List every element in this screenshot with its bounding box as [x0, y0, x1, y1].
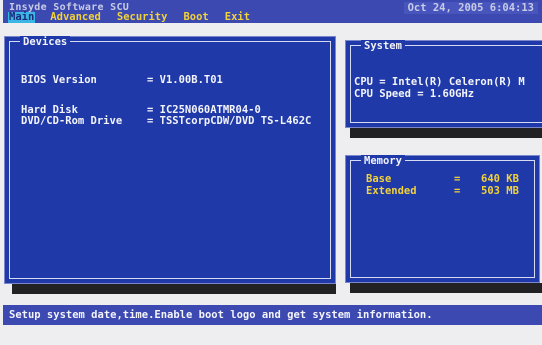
memory-base-eq: = [454, 173, 461, 185]
hard-disk-value: = IC25N060ATMR04-0 [147, 104, 261, 116]
status-bar: Setup system date,time.Enable boot logo … [3, 305, 542, 325]
memory-extended-value: 503 MB [481, 185, 519, 197]
status-help-text: Setup system date,time.Enable boot logo … [9, 309, 433, 321]
memory-extended-label: Extended [366, 185, 417, 197]
memory-panel: Memory Base = 640 KB Extended = 503 MB [345, 155, 540, 283]
memory-extended-eq: = [454, 185, 461, 197]
menu-exit[interactable]: Exit [224, 12, 251, 23]
menu-advanced[interactable]: Advanced [49, 12, 102, 23]
memory-base-value: 640 KB [481, 173, 519, 185]
system-title: System [361, 40, 405, 52]
menu-main[interactable]: Main [8, 12, 36, 23]
memory-panel-shadow [350, 283, 542, 293]
menu-boot[interactable]: Boot [182, 12, 209, 23]
menu-bar: Main Advanced Security Boot Exit [8, 12, 265, 23]
menu-security[interactable]: Security [116, 12, 169, 23]
memory-title: Memory [361, 155, 405, 167]
devices-panel: Devices BIOS Version = V1.00B.T01 Hard D… [4, 36, 336, 284]
bios-version-value: = V1.00B.T01 [147, 74, 223, 86]
cpu-speed: CPU Speed = 1.60GHz [354, 88, 475, 100]
top-bar: Insyde Software SCU Oct 24, 2005 6:04:13… [3, 0, 542, 23]
devices-panel-shadow [12, 284, 336, 294]
bios-version-label: BIOS Version [21, 74, 97, 86]
dvd-drive-value: = TSSTcorpCDW/DVD TS-L462C [147, 116, 312, 127]
system-panel-shadow [350, 128, 542, 138]
dvd-drive-label: DVD/CD-Rom Drive [21, 115, 123, 127]
devices-title: Devices [20, 36, 71, 48]
system-panel: System CPU = Intel(R) Celeron(R) M CPU S… [345, 40, 542, 128]
cpu-info: CPU = Intel(R) Celeron(R) M [354, 76, 525, 88]
memory-base-label: Base [366, 173, 392, 185]
datetime-display: Oct 24, 2005 6:04:13 [403, 2, 538, 14]
